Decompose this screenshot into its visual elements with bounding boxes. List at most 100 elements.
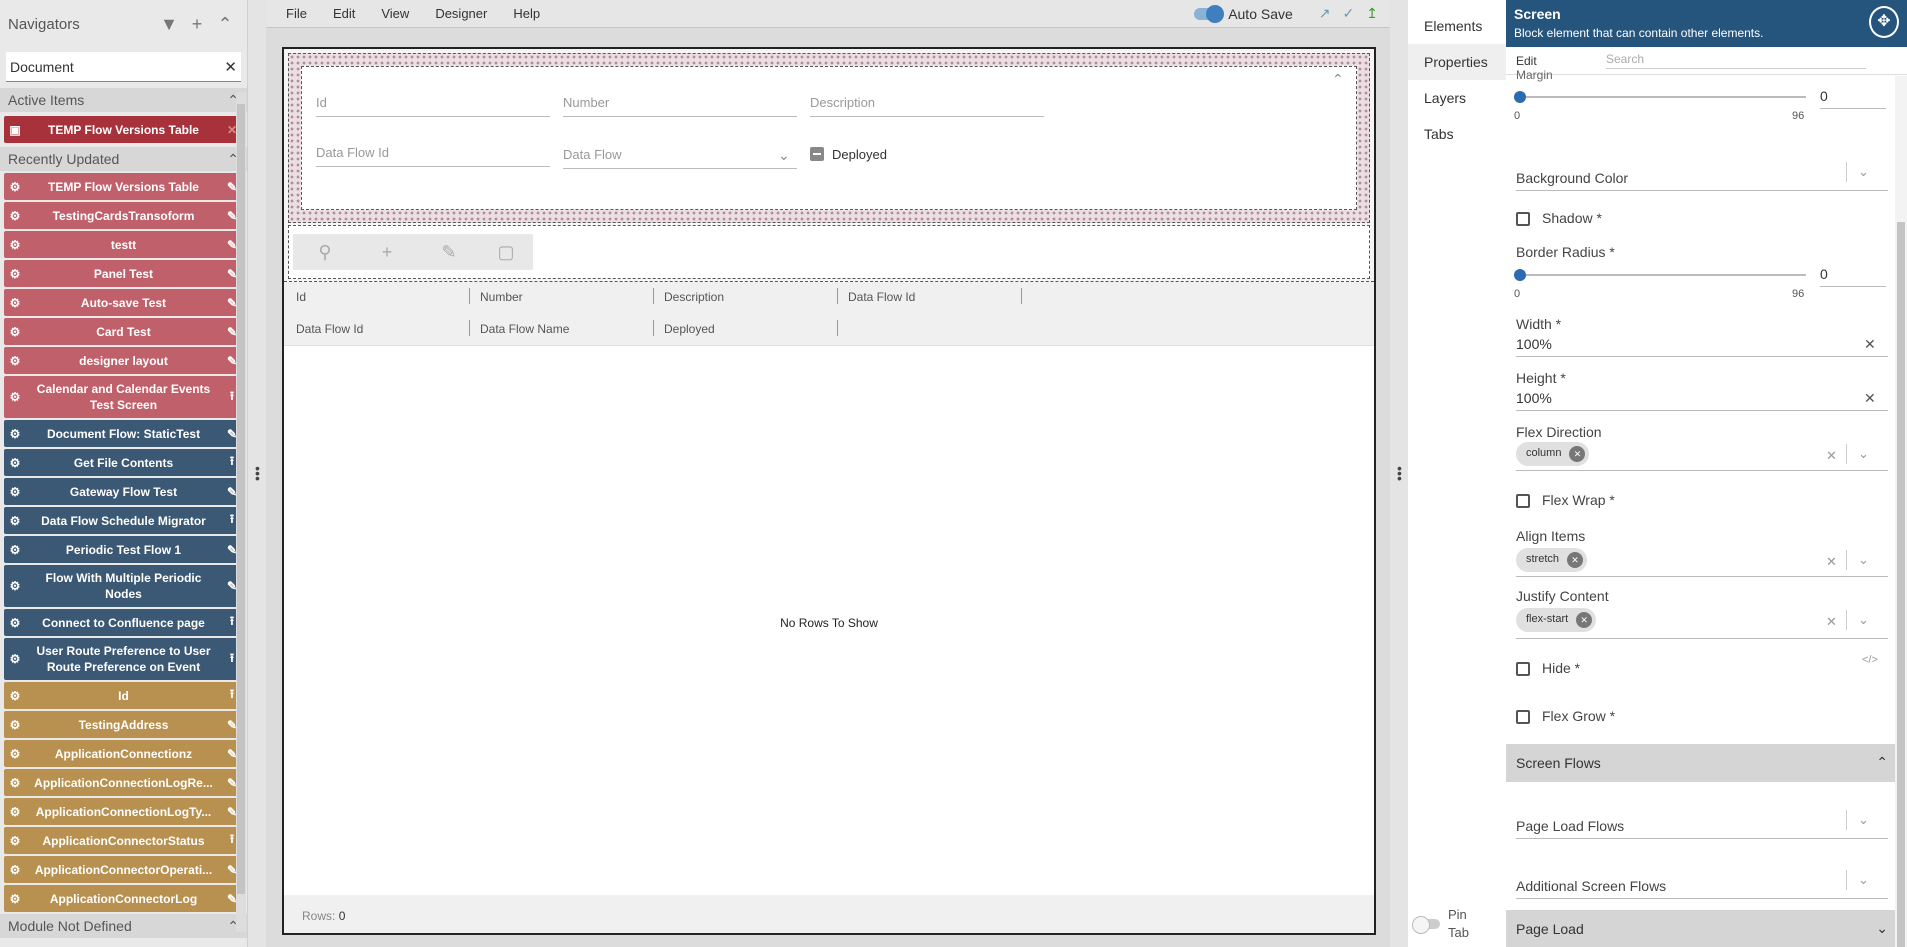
menu-file[interactable]: File	[286, 6, 307, 21]
recent-item[interactable]: ⚙ ApplicationConnectionLogTy... ✎	[4, 798, 243, 825]
clear-icon[interactable]: ✕	[1826, 554, 1837, 570]
gear-icon[interactable]: ⚙	[4, 514, 26, 528]
gear-icon[interactable]: ⚙	[4, 485, 26, 499]
column-header[interactable]: Id	[296, 290, 306, 304]
justify-content-chip[interactable]: flex-start	[1516, 608, 1597, 632]
chevron-down-icon[interactable]: ⌄	[1858, 872, 1869, 888]
margin-slider[interactable]	[1514, 91, 1806, 103]
plus-icon[interactable]: +	[183, 14, 211, 35]
flex-wrap-checkbox[interactable]	[1516, 494, 1530, 508]
gear-icon[interactable]: ⚙	[4, 805, 26, 819]
properties-search-input[interactable]: Search	[1606, 52, 1866, 69]
column-separator[interactable]	[837, 320, 838, 336]
column-separator[interactable]	[653, 288, 654, 304]
page-load-flows-select[interactable]: Page Load Flows	[1516, 818, 1624, 834]
menu-edit[interactable]: Edit	[333, 6, 355, 21]
tab-edit[interactable]: Edit	[1506, 54, 1606, 68]
chevron-down-icon[interactable]: ⌄	[1858, 612, 1869, 628]
edit-button[interactable]: ✎	[417, 234, 481, 270]
recent-item[interactable]: ⚙ Periodic Test Flow 1 ✎	[4, 536, 243, 563]
hide-checkbox[interactable]	[1516, 662, 1530, 676]
module-not-defined-section[interactable]: Module Not Defined ⌃	[0, 914, 247, 938]
number-field[interactable]: Number	[563, 87, 797, 117]
recent-item[interactable]: ⚙ designer layout ✎	[4, 347, 243, 374]
clear-width-icon[interactable]: ✕	[1864, 336, 1876, 353]
recent-item[interactable]: ⚙ Document Flow: StaticTest ✎	[4, 420, 243, 447]
delete-button[interactable]: ▢	[479, 234, 533, 270]
add-button[interactable]: +	[355, 234, 419, 270]
align-items-chip[interactable]: stretch	[1516, 548, 1588, 572]
navigator-scrollbar[interactable]	[236, 92, 246, 932]
chevron-down-icon[interactable]: ⌄	[1858, 164, 1869, 180]
recent-item[interactable]: ⚙ Flow With Multiple Periodic Nodes ✎	[4, 565, 243, 607]
recent-item[interactable]: ⚙ Panel Test ✎	[4, 260, 243, 287]
gear-icon[interactable]: ⚙	[4, 354, 26, 368]
gear-icon[interactable]: ⚙	[4, 325, 26, 339]
gear-icon[interactable]: ⚙	[4, 834, 26, 848]
tab-properties[interactable]: Properties	[1408, 44, 1506, 80]
filter-icon[interactable]: ▼	[155, 14, 183, 35]
description-field[interactable]: Description	[810, 87, 1044, 117]
margin-value-input[interactable]: 0	[1820, 88, 1886, 109]
data-flow-id-field[interactable]: Data Flow Id	[316, 137, 550, 167]
gear-icon[interactable]: ⚙	[4, 652, 26, 666]
column-header[interactable]: Data Flow Id	[296, 322, 363, 336]
column-header[interactable]: Number	[480, 290, 523, 304]
data-flow-select[interactable]: Data Flow	[563, 139, 797, 169]
gear-icon[interactable]: ⚙	[4, 267, 26, 281]
chevron-down-icon[interactable]: ⌄	[778, 147, 790, 164]
chevron-down-icon[interactable]: ⌄	[1858, 446, 1869, 462]
recent-item[interactable]: ⚙ Get File Contents ⭱	[4, 449, 243, 476]
move-icon[interactable]: ✥	[1869, 6, 1899, 38]
tab-tabs[interactable]: Tabs	[1408, 116, 1506, 152]
collapse-chevron-icon[interactable]: ⌃	[1332, 71, 1344, 88]
recent-item[interactable]: ⚙ testt ✎	[4, 231, 243, 258]
recent-item[interactable]: ⚙ TEMP Flow Versions Table ✎	[4, 173, 243, 200]
search-button[interactable]: ⚲	[293, 234, 357, 270]
column-separator[interactable]	[837, 288, 838, 304]
flex-direction-chip[interactable]: column	[1516, 442, 1590, 466]
recent-item[interactable]: ⚙ ApplicationConnectorOperati... ✎	[4, 856, 243, 883]
gear-icon[interactable]: ⚙	[4, 616, 26, 630]
menu-help[interactable]: Help	[513, 6, 540, 21]
form-panel[interactable]: ⌃ Id Number Description Data Flow Id Dat…	[288, 53, 1370, 223]
menu-view[interactable]: View	[381, 6, 409, 21]
gear-icon[interactable]: ⚙	[4, 180, 26, 194]
drag-handle-icon[interactable]: • • •	[255, 461, 260, 485]
gear-icon[interactable]: ⚙	[4, 238, 26, 252]
recent-item[interactable]: ⚙ ApplicationConnectorLog ✎	[4, 885, 243, 912]
recent-item[interactable]: ⚙ TestingCardsTransoform ✎	[4, 202, 243, 229]
recent-item[interactable]: ⚙ Calendar and Calendar Events Test Scree…	[4, 376, 243, 418]
shadow-checkbox[interactable]	[1516, 212, 1530, 226]
left-splitter[interactable]: • • •	[248, 0, 266, 947]
gear-icon[interactable]: ⚙	[4, 689, 26, 703]
page-load-section[interactable]: ⌄ Page Load	[1506, 910, 1900, 947]
recent-item[interactable]: ⚙ Card Test ✎	[4, 318, 243, 345]
recent-item[interactable]: ⚙ ApplicationConnectionz ✎	[4, 740, 243, 767]
form-card[interactable]: ⌃ Id Number Description Data Flow Id Dat…	[301, 66, 1357, 210]
gear-icon[interactable]: ⚙	[4, 209, 26, 223]
height-input[interactable]: 100%	[1516, 390, 1552, 406]
tab-layers[interactable]: Layers	[1408, 80, 1506, 116]
active-items-section[interactable]: Active Items ⌃	[0, 88, 247, 112]
chevron-down-icon[interactable]: ⌄	[1858, 552, 1869, 568]
data-grid[interactable]: Id Number Description Data Flow Id Data …	[284, 281, 1374, 933]
column-header[interactable]: Deployed	[664, 322, 715, 336]
column-separator[interactable]	[469, 288, 470, 304]
chevron-down-icon[interactable]: ⌄	[1858, 812, 1869, 828]
recent-item[interactable]: ⚙ Id ⭱	[4, 682, 243, 709]
border-radius-value-input[interactable]: 0	[1820, 266, 1886, 287]
column-header[interactable]: Description	[664, 290, 724, 304]
screen-icon[interactable]: ▣	[4, 123, 26, 137]
gear-icon[interactable]: ⚙	[4, 296, 26, 310]
clear-icon[interactable]: ✕	[1826, 448, 1837, 464]
drag-handle-icon[interactable]: • • •	[1397, 461, 1402, 485]
id-field[interactable]: Id	[316, 87, 550, 117]
recently-updated-section[interactable]: Recently Updated ⌃	[0, 147, 247, 171]
gear-icon[interactable]: ⚙	[4, 747, 26, 761]
publish-icon[interactable]: ↥	[1366, 5, 1378, 22]
open-external-icon[interactable]: ↗	[1319, 5, 1331, 22]
navigator-search-input[interactable]: Document ✕	[6, 52, 241, 82]
additional-screen-flows-select[interactable]: Additional Screen Flows	[1516, 878, 1666, 894]
clear-height-icon[interactable]: ✕	[1864, 390, 1876, 407]
